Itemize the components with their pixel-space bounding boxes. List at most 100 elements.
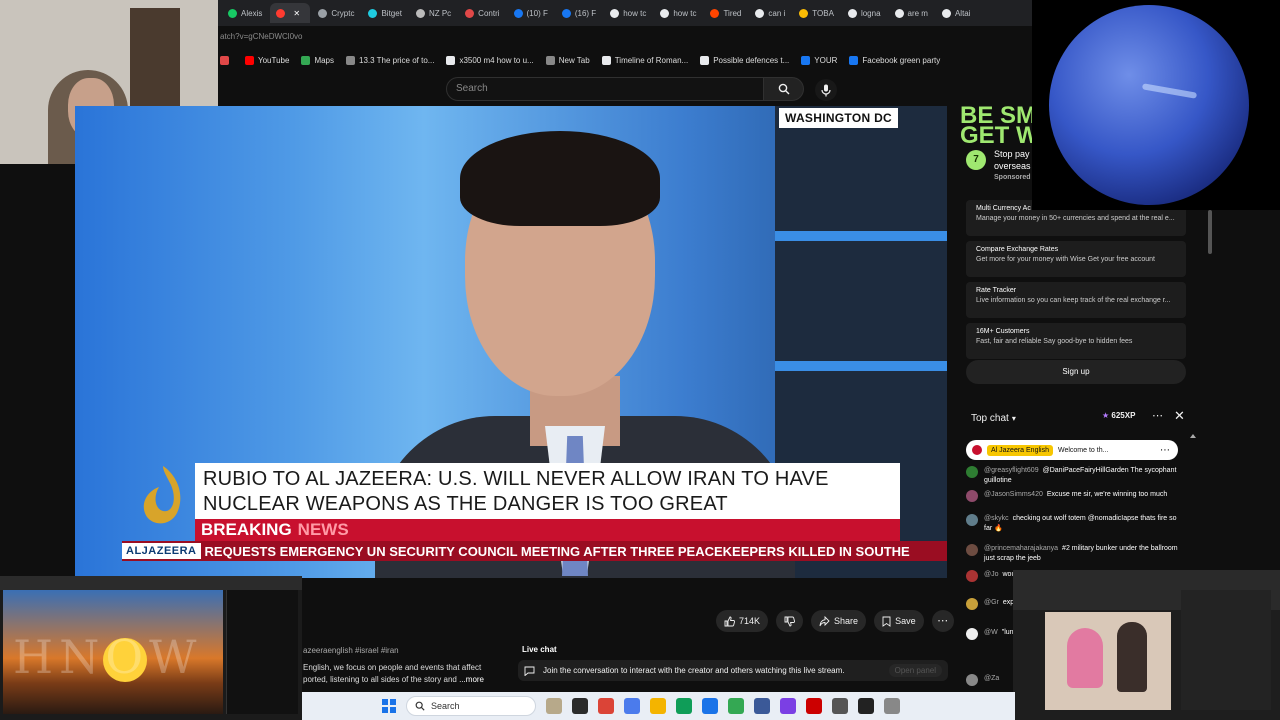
taskbar-app-icon[interactable] (858, 698, 874, 714)
browser-tab[interactable]: Contri (459, 3, 505, 23)
thumbs-up-icon (724, 616, 735, 626)
ad-card[interactable]: Compare Exchange Rates Get more for your … (966, 241, 1186, 277)
ad-card[interactable]: 16M+ Customers Fast, fair and reliable Sa… (966, 323, 1186, 359)
browser-tab[interactable]: Bitget (362, 3, 407, 23)
chat-more-icon[interactable]: ⋯ (1152, 409, 1163, 422)
close-icon[interactable]: ✕ (1174, 408, 1185, 424)
bookmark-item[interactable]: YOUR (801, 55, 837, 65)
browser-tab[interactable]: TOBA (793, 3, 840, 23)
browser-tab[interactable]: Cryptc (312, 3, 360, 23)
tab-label: Bitget (381, 8, 402, 18)
bookmark-item[interactable] (220, 55, 233, 65)
browser-tab[interactable]: logna (842, 3, 887, 23)
top-chat-dropdown[interactable]: Top chat (971, 413, 1009, 424)
sign-up-button[interactable]: Sign up (966, 360, 1186, 384)
share-button[interactable]: Share (811, 610, 867, 632)
ad-card-subtitle: Fast, fair and reliable Say good-bye to … (976, 338, 1133, 345)
like-button[interactable]: 714K (716, 610, 769, 632)
video-description[interactable]: azeeraenglish #israel #iran English, we … (303, 645, 513, 687)
dislike-button[interactable] (776, 610, 804, 632)
description-line: ported, listening to all sides of the st… (303, 675, 457, 684)
ad-card[interactable]: Rate Tracker Live information so you can … (966, 282, 1186, 318)
bookmark-item[interactable]: Timeline of Roman... (601, 55, 689, 65)
browser-tab[interactable]: how tc (654, 3, 702, 23)
chat-author[interactable]: @Jo (984, 571, 999, 578)
chat-message[interactable]: @greasyflight609 @DaniPaceFairyHillGarden… (966, 466, 1181, 486)
bookmark-item[interactable]: x3500 m4 how to u... (446, 55, 534, 65)
ad-title[interactable]: Stop pay overseas (994, 148, 1031, 172)
taskbar-app-icon[interactable] (546, 698, 562, 714)
browser-tab[interactable]: ✕ (270, 3, 311, 23)
bookmark-label: Possible defences t... (713, 55, 790, 65)
more-link[interactable]: ...more (459, 675, 484, 684)
taskbar-app-icon[interactable] (624, 698, 640, 714)
browser-tab[interactable]: how tc (604, 3, 652, 23)
ad-scrollbar[interactable] (1208, 210, 1212, 254)
pinned-message[interactable]: Al Jazeera English Welcome to th... ⋯ (966, 440, 1178, 460)
browser-tab[interactable]: are m (889, 3, 934, 23)
taskbar-app-icon[interactable] (884, 698, 900, 714)
browser-tab[interactable]: can i (749, 3, 791, 23)
tab-favicon-icon (415, 8, 425, 18)
taskbar-app-icon[interactable] (780, 698, 796, 714)
search-input[interactable]: Search (446, 77, 764, 101)
bookmark-item[interactable]: Possible defences t... (700, 55, 790, 65)
video-player[interactable]: WASHINGTON DC RUBIO TO AL JAZEERA: U.S. … (75, 106, 947, 578)
browser-tab[interactable]: Alexis (222, 3, 268, 23)
chat-author[interactable]: @skykc (984, 515, 1009, 522)
tab-label: Altai (954, 8, 971, 18)
taskbar-app-icon[interactable] (806, 698, 822, 714)
chat-author[interactable]: @JasonSimms420 (984, 491, 1043, 498)
search-button[interactable] (764, 77, 804, 101)
chat-author[interactable]: @W (984, 629, 998, 636)
ticker-text: REQUESTS EMERGENCY UN SECURITY COUNCIL M… (204, 543, 910, 559)
chat-author[interactable]: @Za (984, 675, 999, 682)
bookmark-item[interactable]: Facebook green party (849, 55, 941, 65)
bookmarks-bar: YouTube Maps 13.3 The price of to... x3500 … (218, 48, 1032, 72)
chat-author[interactable]: @Gr (984, 599, 999, 606)
chevron-down-icon[interactable]: ▾ (1012, 414, 1016, 423)
close-tab-icon[interactable]: ✕ (293, 9, 300, 18)
taskbar-app-icon[interactable] (650, 698, 666, 714)
browser-tab[interactable]: (10) F (508, 3, 554, 23)
chat-author[interactable]: @princemaharajakanya (984, 545, 1058, 552)
taskbar-search[interactable]: Search (406, 696, 536, 716)
bookmark-item[interactable]: New Tab (545, 55, 590, 65)
ad-title-line: Stop pay (994, 149, 1030, 159)
bookmark-label: Facebook green party (862, 55, 941, 65)
taskbar-app-icon[interactable] (598, 698, 614, 714)
chat-message[interactable]: @skykc checking out wolf totem @nomadicIa… (966, 514, 1181, 534)
taskbar-app-icon[interactable] (676, 698, 692, 714)
xp-badge[interactable]: ★ 625XP (1102, 411, 1135, 420)
ad-card-subtitle: Manage your money in 50+ currencies and … (976, 215, 1175, 222)
taskbar-app-icon[interactable] (728, 698, 744, 714)
browser-tab-bar: Alexis ✕ Cryptc Bitget NZ Pc Contri (10) F (16)… (218, 0, 1032, 26)
voice-search-button[interactable] (815, 79, 837, 101)
neptune-planet (1049, 5, 1249, 205)
browser-tab[interactable]: (16) F (556, 3, 602, 23)
windows-start-icon[interactable] (382, 699, 396, 713)
chat-message[interactable]: @princemaharajakanya #2 military bunker u… (966, 544, 1181, 564)
star-icon: ★ (1102, 411, 1110, 420)
scroll-up-icon[interactable] (1190, 434, 1196, 438)
bookmark-item[interactable]: YouTube (245, 55, 289, 65)
chat-message[interactable]: @JasonSimms420 Excuse me sir, we're winni… (966, 490, 1181, 502)
pinned-more-icon[interactable]: ⋯ (1160, 445, 1170, 456)
address-bar[interactable]: atch?v=gCNeDWCl0vo (218, 26, 1032, 48)
taskbar-app-icon[interactable] (572, 698, 588, 714)
taskbar-app-icon[interactable] (754, 698, 770, 714)
browser-tab[interactable]: Tired (704, 3, 747, 23)
save-button[interactable]: Save (874, 610, 924, 632)
taskbar-app-icon[interactable] (832, 698, 848, 714)
browser-tab[interactable]: Altai (936, 3, 977, 23)
more-actions-icon[interactable]: ⋯ (931, 610, 954, 632)
bookmark-label: Timeline of Roman... (614, 55, 689, 65)
open-panel-button[interactable]: Open panel (888, 664, 942, 677)
breaking-news-bar: BREAKING NEWS (195, 519, 900, 541)
bookmark-item[interactable]: 13.3 The price of to... (346, 55, 434, 65)
browser-tab[interactable]: NZ Pc (410, 3, 457, 23)
chat-author[interactable]: @greasyflight609 (984, 467, 1039, 474)
bookmark-item[interactable]: Maps (301, 55, 334, 65)
taskbar-app-icon[interactable] (702, 698, 718, 714)
stream-frame (1045, 612, 1171, 710)
